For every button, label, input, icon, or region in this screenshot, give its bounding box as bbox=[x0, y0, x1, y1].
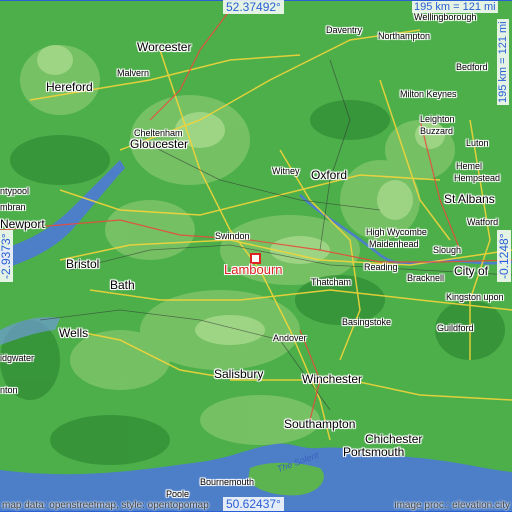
place-thatcham: Thatcham bbox=[311, 277, 352, 287]
place-gloucester: Gloucester bbox=[130, 137, 189, 151]
place-bath: Bath bbox=[110, 278, 135, 292]
place-portsmouth: Portsmouth bbox=[343, 445, 405, 459]
place-chichester: Chichester bbox=[365, 432, 423, 446]
place-luton: Luton bbox=[466, 138, 489, 148]
place-reading: Reading bbox=[364, 262, 398, 272]
place-high-wycombe: High Wycombe bbox=[366, 227, 427, 237]
place-oxford: Oxford bbox=[311, 168, 348, 182]
place-taunton: nton bbox=[0, 385, 18, 395]
place-andover: Andover bbox=[273, 333, 307, 343]
place-pontypool: ntypool bbox=[0, 186, 30, 196]
scale-right: 195 km = 121 mi bbox=[497, 19, 509, 105]
place-milton-keynes: Milton Keynes bbox=[400, 89, 457, 99]
place-leighton: Leighton bbox=[420, 114, 455, 124]
place-wellingborough: Wellingborough bbox=[414, 12, 477, 22]
place-kingston: Kingston upon bbox=[446, 292, 504, 302]
place-malvern: Malvern bbox=[117, 68, 150, 78]
place-hereford: Hereford bbox=[46, 80, 93, 94]
place-bournemouth: Bournemouth bbox=[200, 477, 255, 487]
place-watford: Watford bbox=[467, 217, 499, 227]
place-poole: Poole bbox=[166, 489, 190, 499]
place-southampton: Southampton bbox=[284, 417, 356, 431]
place-wells: Wells bbox=[59, 326, 89, 340]
place-maidenhead: Maidenhead bbox=[369, 239, 419, 249]
place-guildford: Guildford bbox=[437, 323, 474, 333]
place-salisbury: Salisbury bbox=[214, 367, 264, 381]
coord-left: -2.9373° bbox=[0, 230, 13, 282]
coord-right: -0.1248° bbox=[497, 230, 511, 282]
place-newport: Newport bbox=[0, 217, 45, 231]
place-northampton: Northampton bbox=[378, 31, 431, 41]
place-hemel: Hemel bbox=[456, 161, 483, 171]
place-worcester: Worcester bbox=[137, 40, 192, 54]
credit-image-proc: image proc.: elevation.city bbox=[394, 500, 510, 511]
place-swindon: Swindon bbox=[215, 231, 250, 241]
credit-map-data: map data: openstreetmap, style: opentopo… bbox=[2, 500, 209, 511]
place-basingstoke: Basingstoke bbox=[342, 317, 392, 327]
coord-top: 52.37492° bbox=[223, 0, 284, 14]
target-place-label: Lambourn bbox=[224, 262, 283, 277]
place-city-of: City of bbox=[454, 264, 489, 278]
coord-bottom: 50.62437° bbox=[223, 497, 284, 511]
place-daventry: Daventry bbox=[326, 25, 363, 35]
place-bridgwater: idgwater bbox=[0, 353, 35, 363]
place-winchester: Winchester bbox=[302, 372, 363, 386]
place-bristol: Bristol bbox=[66, 257, 100, 271]
place-hempstead: Hempstead bbox=[454, 173, 501, 183]
place-st-albans: St Albans bbox=[444, 192, 495, 206]
map[interactable]: 52.37492° 50.62437° -2.9373° -0.1248° 19… bbox=[0, 0, 512, 512]
place-cwmbran: mbran bbox=[0, 202, 26, 212]
place-witney: Witney bbox=[272, 166, 300, 176]
place-slough: Slough bbox=[433, 245, 462, 255]
place-buzzard: Buzzard bbox=[420, 126, 454, 136]
place-bracknell: Bracknell bbox=[407, 273, 445, 283]
place-bedford: Bedford bbox=[456, 62, 488, 72]
